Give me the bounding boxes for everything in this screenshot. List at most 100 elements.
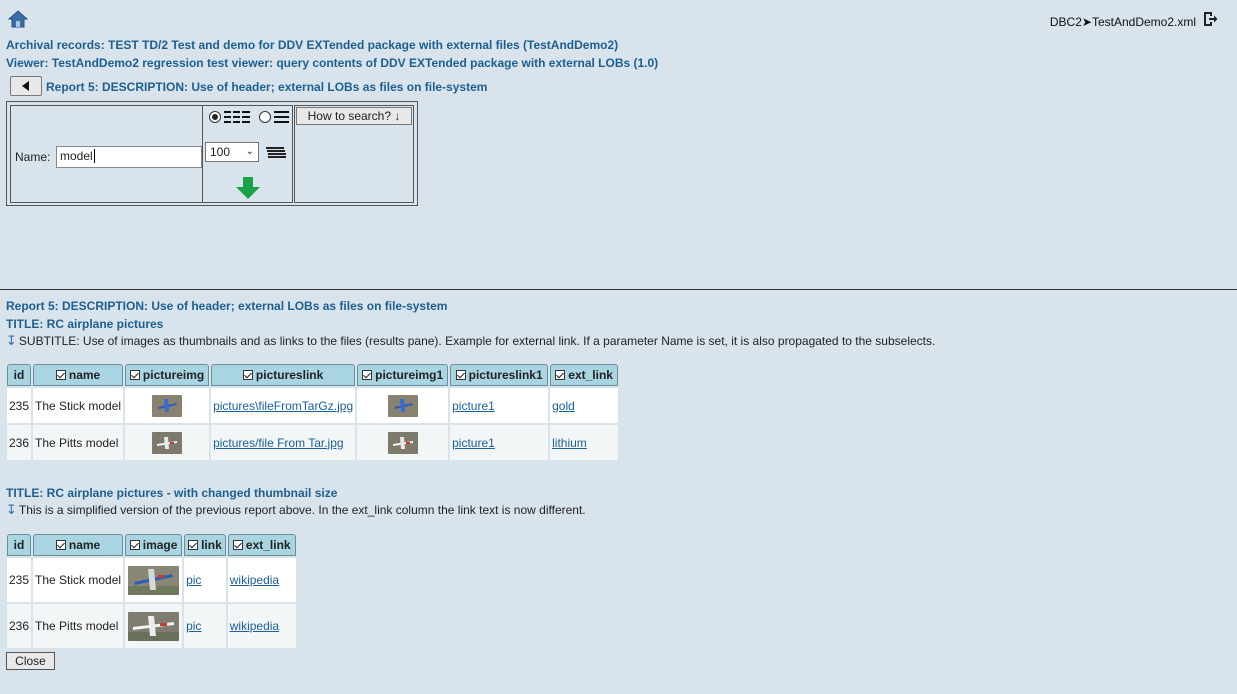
cell-name: The Pitts model xyxy=(33,425,124,460)
cell-id: 235 xyxy=(7,558,32,602)
cell-id: 235 xyxy=(7,388,32,423)
breadcrumb: DBC2➤TestAndDemo2.xml xyxy=(1049,15,1196,29)
checkbox-icon[interactable] xyxy=(55,370,66,380)
name-label: Name: xyxy=(15,150,51,164)
search-submit-arrow-icon[interactable] xyxy=(236,177,260,199)
checkbox-icon[interactable] xyxy=(188,540,199,550)
name-filter-cell: Name: model xyxy=(10,105,203,203)
cell-link: pic xyxy=(184,558,226,602)
airplane-image-icon[interactable] xyxy=(128,611,180,641)
pane-divider[interactable] xyxy=(0,289,1237,290)
airplane-thumbnail-icon[interactable] xyxy=(152,394,183,417)
col-header-pictureslink[interactable]: pictureslink xyxy=(211,364,356,386)
ext-link[interactable]: gold xyxy=(552,399,575,413)
col-header-ext-link[interactable]: ext_link xyxy=(227,534,296,556)
cell-ext-link: wikipedia xyxy=(227,604,296,648)
pic-link[interactable]: pic xyxy=(186,573,201,587)
pictureslink1-link[interactable]: picture1 xyxy=(452,436,495,450)
col-header-image[interactable]: image xyxy=(125,534,183,556)
table-layout-icon xyxy=(224,111,250,123)
checkbox-icon[interactable] xyxy=(232,540,243,550)
table-row: 236 The Pitts model pictures/file From T… xyxy=(7,425,619,460)
col-header-name-label: name xyxy=(68,538,101,552)
how-to-search-button[interactable]: How to search? ↓ xyxy=(296,107,412,125)
col-header-pictureimg1[interactable]: pictureimg1 xyxy=(357,364,449,386)
col-header-pictureslink1[interactable]: pictureslink1 xyxy=(450,364,549,386)
back-button[interactable] xyxy=(10,76,42,96)
cell-image xyxy=(125,604,183,648)
layout-grid-radio[interactable] xyxy=(209,111,221,123)
logout-icon[interactable] xyxy=(1202,11,1218,27)
col-header-pictureimg1-label: pictureimg1 xyxy=(375,368,444,382)
cell-pictureslink1: picture1 xyxy=(450,425,549,460)
cell-ext-link: gold xyxy=(550,388,619,423)
chevron-down-icon: ⌄ xyxy=(245,146,254,157)
name-input[interactable]: model xyxy=(56,146,202,168)
triangle-left-icon xyxy=(22,81,29,91)
col-header-ext-link[interactable]: ext_link xyxy=(550,364,619,386)
stacked-rows-icon xyxy=(266,147,286,158)
help-cell: How to search? ↓ xyxy=(294,105,414,203)
airplane-image-icon[interactable] xyxy=(128,565,180,595)
cell-image xyxy=(125,558,183,602)
table-row: 235 The Stick model pictures\fileFromTar… xyxy=(7,388,619,423)
close-button[interactable]: Close xyxy=(6,652,55,670)
rows-selected-value: 100 xyxy=(210,145,231,159)
col-header-pictureimg[interactable]: pictureimg xyxy=(125,364,210,386)
table2-subtitle-text: This is a simplified version of the prev… xyxy=(18,503,586,517)
cell-id: 236 xyxy=(7,604,32,648)
col-header-pictureslink-label: pictureslink xyxy=(255,368,324,382)
ext-link[interactable]: wikipedia xyxy=(230,573,279,587)
arrow-down-icon[interactable]: ↧ xyxy=(6,333,17,348)
checkbox-icon[interactable] xyxy=(242,370,253,380)
home-icon[interactable] xyxy=(8,10,28,28)
pic-link[interactable]: pic xyxy=(186,619,201,633)
col-header-link-label: link xyxy=(201,538,222,552)
arrow-down-icon[interactable]: ↧ xyxy=(6,502,17,517)
col-header-link[interactable]: link xyxy=(184,534,226,556)
cell-ext-link: wikipedia xyxy=(227,558,296,602)
search-form: Name: model 100 ⌄ How to search? ↓ xyxy=(6,101,418,206)
checkbox-icon[interactable] xyxy=(555,370,566,380)
cell-name: The Stick model xyxy=(33,558,124,602)
table2-subtitle: ↧ This is a simplified version of the pre… xyxy=(6,502,586,518)
pictureslink-link[interactable]: pictures\fileFromTarGz.jpg xyxy=(213,399,353,413)
col-header-id[interactable]: id xyxy=(7,364,32,386)
layout-list-radio[interactable] xyxy=(259,111,271,123)
table2-title: TITLE: RC airplane pictures - with chang… xyxy=(6,486,338,500)
col-header-name[interactable]: name xyxy=(33,364,124,386)
cell-ext-link: lithium xyxy=(550,425,619,460)
results-report-title: Report 5: DESCRIPTION: Use of header; ex… xyxy=(6,299,448,313)
table1-subtitle: ↧ SUBTITLE: Use of images as thumbnails a… xyxy=(6,333,935,349)
checkbox-icon[interactable] xyxy=(55,540,66,550)
list-layout-icon xyxy=(274,111,289,123)
pictureslink-link[interactable]: pictures/file From Tar.jpg xyxy=(213,436,344,450)
cell-link: pic xyxy=(184,604,226,648)
checkbox-icon[interactable] xyxy=(455,370,466,380)
col-header-pictureslink1-label: pictureslink1 xyxy=(468,368,543,382)
col-header-image-label: image xyxy=(142,538,178,552)
ext-link[interactable]: lithium xyxy=(552,436,587,450)
pictureslink1-link[interactable]: picture1 xyxy=(452,399,495,413)
checkbox-icon[interactable] xyxy=(129,370,140,380)
cell-id: 236 xyxy=(7,425,32,460)
checkbox-icon[interactable] xyxy=(129,540,140,550)
airplane-thumbnail-icon[interactable] xyxy=(152,431,183,454)
cell-name: The Pitts model xyxy=(33,604,124,648)
col-header-pictureimg-label: pictureimg xyxy=(142,368,205,382)
airplane-thumbnail-icon[interactable] xyxy=(387,431,418,454)
col-header-id[interactable]: id xyxy=(7,534,32,556)
cell-pictureslink: pictures\fileFromTarGz.jpg xyxy=(211,388,356,423)
cell-name: The Stick model xyxy=(33,388,124,423)
table2: id name image link ext_link 235 The Stic… xyxy=(5,532,298,650)
table2-header-row: id name image link ext_link xyxy=(7,534,296,556)
checkbox-icon[interactable] xyxy=(362,370,373,380)
cell-pictureslink1: picture1 xyxy=(450,388,549,423)
cell-pictureimg1 xyxy=(357,388,449,423)
table1-header-row: id name pictureimg pictureslink picturei… xyxy=(7,364,619,386)
ext-link[interactable]: wikipedia xyxy=(230,619,279,633)
rows-per-page-select[interactable]: 100 ⌄ xyxy=(205,142,259,162)
airplane-thumbnail-icon[interactable] xyxy=(387,394,418,417)
cell-pictureimg xyxy=(125,388,210,423)
col-header-name[interactable]: name xyxy=(33,534,124,556)
